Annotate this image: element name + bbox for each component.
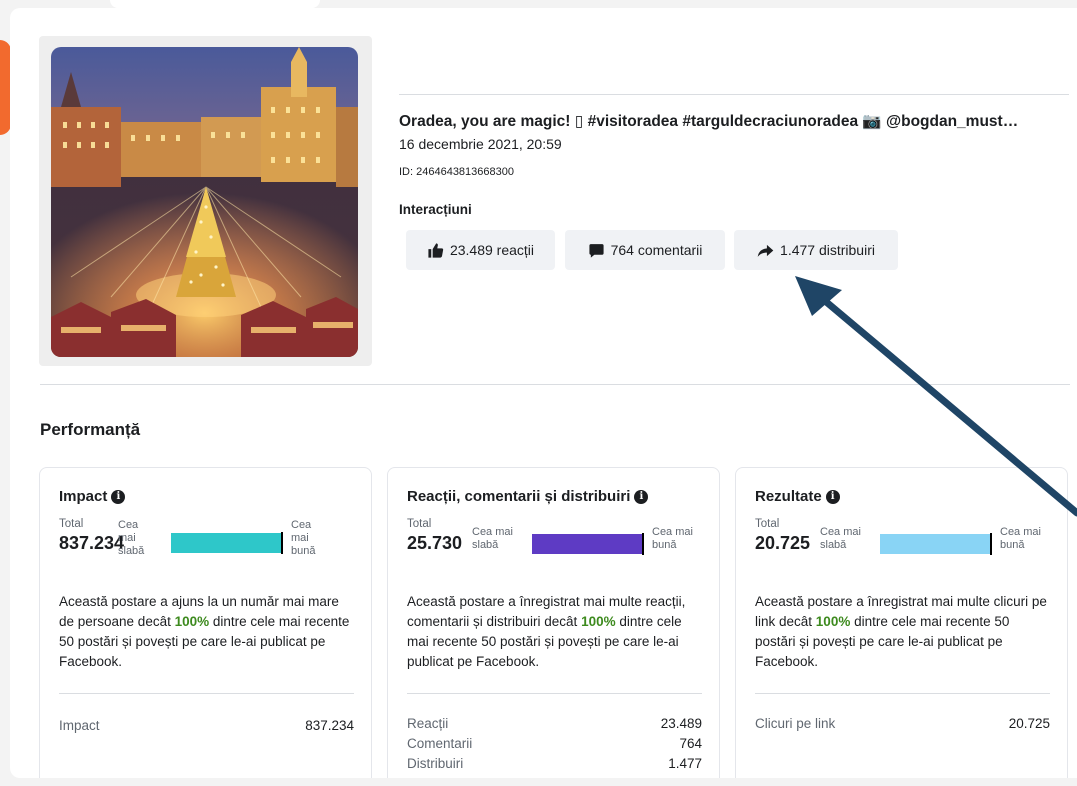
desc-percentage: 100% — [174, 614, 210, 629]
card-title-text: Reacții, comentarii și distribuiri — [407, 488, 631, 505]
comparison-bar-fill — [880, 534, 990, 554]
best-label: Cea mai bună — [1000, 526, 1041, 552]
metric-row: Clicuri pe link 20.725 — [755, 716, 1050, 731]
metric-row-label: Comentarii — [407, 736, 473, 751]
best-label-line: bună — [1000, 539, 1025, 551]
total-label: Total — [407, 518, 432, 530]
reactions-count: 23.489 reacții — [449, 242, 535, 258]
shares-count: 1.477 distribuiri — [780, 242, 875, 258]
best-label-line: mai — [291, 532, 309, 544]
card-description: Această postare a ajuns la un număr mai … — [59, 592, 357, 672]
share-arrow-icon — [757, 244, 774, 257]
best-label: Cea mai bună — [652, 526, 693, 552]
weakest-label-line: slabă — [820, 539, 847, 551]
weakest-label-line: Cea mai — [472, 526, 513, 538]
impact-card: Impact i Total 837.234 Cea mai slabă Cea… — [39, 467, 372, 778]
post-insights-card: Oradea, you are magic! ▯ #visitoradea #t… — [10, 8, 1077, 778]
card-title: Rezultate i — [755, 488, 840, 505]
comparison-bar-fill — [532, 534, 642, 554]
weakest-label-line: mai — [118, 532, 136, 544]
top-tab-edge — [110, 0, 320, 8]
metric-row: Impact 837.234 — [59, 718, 354, 733]
post-title[interactable]: Oradea, you are magic! ▯ #visitoradea #t… — [399, 112, 1069, 131]
metric-row: Distribuiri 1.477 — [407, 756, 702, 771]
metric-row-value: 764 — [679, 736, 702, 751]
weakest-label: Cea mai slabă — [820, 526, 861, 552]
metric-row-label: Impact — [59, 718, 100, 733]
metric-row-value: 20.725 — [1008, 716, 1050, 731]
best-label-line: Cea mai — [652, 526, 693, 538]
total-value: 837.234 — [59, 533, 125, 553]
reactions-button[interactable]: 23.489 reacții — [406, 230, 555, 270]
shares-button[interactable]: 1.477 distribuiri — [734, 230, 898, 270]
card-title: Impact i — [59, 488, 126, 505]
metric-row-label: Clicuri pe link — [755, 716, 836, 731]
weakest-label-line: slabă — [118, 545, 145, 557]
weakest-label: Cea mai slabă — [118, 519, 144, 558]
interactions-heading: Interacțiuni — [399, 202, 472, 217]
best-label: Cea mai bună — [291, 519, 315, 558]
info-icon[interactable]: i — [111, 489, 126, 504]
comparison-bar — [532, 533, 644, 555]
metric-row: Comentarii 764 — [407, 736, 702, 751]
weakest-label-line: Cea mai — [820, 526, 861, 538]
card-title: Reacții, comentarii și distribuiri i — [407, 488, 649, 505]
post-date: 16 decembrie 2021, 20:59 — [399, 136, 562, 152]
total-label: Total — [59, 518, 84, 530]
section-divider — [40, 384, 1070, 385]
comments-count: 764 comentarii — [610, 242, 703, 258]
info-icon[interactable]: i — [825, 489, 840, 504]
thumbs-up-icon — [428, 242, 444, 258]
engagement-card: Reacții, comentarii și distribuiri i Tot… — [387, 467, 720, 778]
post-thumbnail[interactable] — [51, 47, 358, 357]
card-divider — [59, 693, 354, 694]
card-divider — [407, 693, 702, 694]
header-divider — [399, 94, 1069, 95]
comparison-bar — [880, 533, 992, 555]
card-divider — [755, 693, 1050, 694]
comparison-bar-marker — [281, 532, 283, 554]
card-title-text: Impact — [59, 488, 108, 505]
best-label-line: Cea — [291, 519, 312, 531]
comments-button[interactable]: 764 comentarii — [565, 230, 725, 270]
weakest-label: Cea mai slabă — [472, 526, 513, 552]
desc-percentage: 100% — [815, 614, 851, 629]
performance-heading: Performanță — [40, 420, 141, 439]
total-value: 20.725 — [755, 533, 811, 553]
comparison-bar-fill — [171, 533, 281, 553]
comparison-bar — [171, 532, 283, 554]
metric-row-value: 1.477 — [668, 756, 702, 771]
desc-percentage: 100% — [581, 614, 616, 629]
metric-row: Reacții 23.489 — [407, 716, 702, 731]
comparison-bar-marker — [642, 533, 644, 555]
post-thumbnail-frame — [39, 36, 372, 366]
total-label: Total — [755, 518, 780, 530]
metric-row-value: 837.234 — [305, 718, 354, 733]
metric-row-label: Distribuiri — [407, 756, 464, 771]
metric-row-label: Reacții — [407, 716, 449, 731]
christmas-market-photo — [51, 47, 358, 357]
card-description: Această postare a înregistrat mai multe … — [755, 592, 1053, 672]
card-description: Această postare a înregistrat mai multe … — [407, 592, 705, 672]
best-label-line: Cea mai — [1000, 526, 1041, 538]
total-value: 25.730 — [407, 533, 463, 553]
weakest-label-line: Cea — [118, 519, 139, 531]
weakest-label-line: slabă — [472, 539, 499, 551]
speech-bubble-icon — [588, 243, 604, 258]
post-id: ID: 2464643813668300 — [399, 166, 514, 178]
best-label-line: bună — [291, 545, 316, 557]
comparison-bar-marker — [990, 533, 992, 555]
metric-row-value: 23.489 — [660, 716, 702, 731]
card-title-text: Rezultate — [755, 488, 822, 505]
results-card: Rezultate i Total 20.725 Cea mai slabă C… — [735, 467, 1068, 778]
best-label-line: bună — [652, 539, 677, 551]
info-icon[interactable]: i — [634, 489, 649, 504]
